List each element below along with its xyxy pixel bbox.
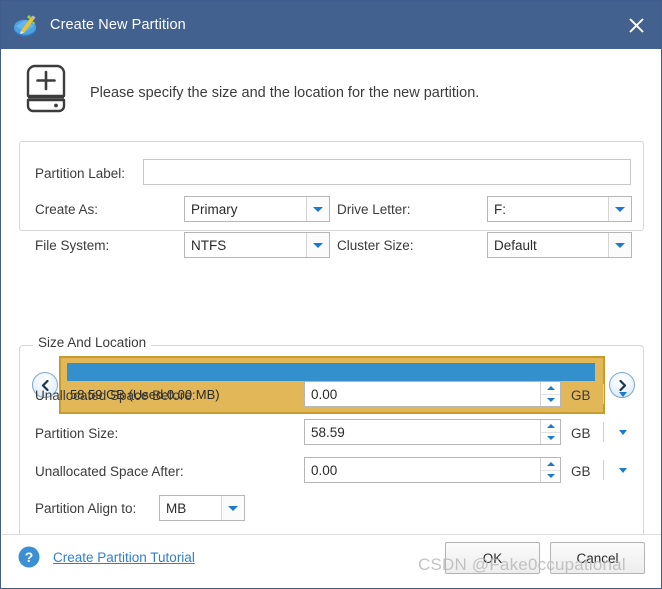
stepper-down-icon[interactable] — [541, 432, 560, 444]
partition-size-stepper[interactable] — [540, 420, 560, 444]
unallocated-before-value: 0.00 — [311, 386, 338, 402]
unit-divider — [603, 460, 604, 480]
stepper-down-icon[interactable] — [541, 470, 560, 482]
unallocated-before-spinner[interactable]: 0.00 — [304, 381, 561, 407]
chevron-down-icon — [313, 242, 323, 248]
stepper-up-icon[interactable] — [541, 382, 560, 395]
chevron-down-icon — [313, 206, 323, 212]
unallocated-after-stepper[interactable] — [540, 458, 560, 482]
unallocated-before-unit-dropdown[interactable] — [610, 382, 636, 406]
partition-label-label: Partition Label: — [35, 166, 126, 181]
ok-button[interactable]: OK — [445, 542, 540, 574]
unallocated-after-label: Unallocated Space After: — [35, 464, 184, 479]
svg-text:?: ? — [25, 549, 34, 565]
partition-align-dropdown-button[interactable] — [221, 496, 244, 520]
cluster-size-combobox[interactable]: Default — [487, 232, 632, 258]
drive-letter-dropdown-button[interactable] — [608, 197, 631, 221]
partition-size-label: Partition Size: — [35, 426, 119, 441]
partition-size-unit: GB — [571, 426, 591, 441]
drive-letter-combobox[interactable]: F: — [487, 196, 632, 222]
unit-divider — [603, 422, 604, 442]
unallocated-before-stepper[interactable] — [540, 382, 560, 406]
partition-align-combobox[interactable]: MB — [159, 495, 245, 521]
size-and-location-title: Size And Location — [33, 335, 152, 350]
create-as-dropdown-button[interactable] — [306, 197, 329, 221]
banner-message: Please specify the size and the location… — [90, 85, 480, 101]
drive-letter-label: Drive Letter: — [337, 202, 411, 217]
partition-align-label: Partition Align to: — [35, 501, 137, 516]
unallocated-before-unit: GB — [571, 388, 591, 403]
titlebar: Create New Partition — [1, 1, 661, 49]
cancel-button[interactable]: Cancel — [550, 542, 645, 574]
partition-wizard-icon — [12, 11, 40, 39]
dialog-content: Please specify the size and the location… — [2, 49, 661, 588]
cluster-size-dropdown-button[interactable] — [608, 233, 631, 257]
stepper-down-icon[interactable] — [541, 394, 560, 406]
create-as-value: Primary — [191, 201, 238, 217]
partition-align-value: MB — [166, 500, 187, 516]
stepper-up-icon[interactable] — [541, 458, 560, 471]
partition-label-input[interactable] — [143, 159, 631, 185]
chevron-down-icon — [619, 391, 627, 397]
create-as-label: Create As: — [35, 202, 99, 217]
cluster-size-value: Default — [494, 237, 537, 253]
drive-letter-value: F: — [494, 201, 506, 217]
unit-divider — [603, 384, 604, 404]
partition-size-value: 58.59 — [311, 424, 345, 440]
create-new-partition-dialog: Create New Partition Please specify the … — [0, 0, 662, 589]
file-system-value: NTFS — [191, 237, 227, 253]
chevron-down-icon — [615, 242, 625, 248]
close-icon[interactable] — [609, 1, 661, 49]
cluster-size-label: Cluster Size: — [337, 238, 414, 253]
file-system-dropdown-button[interactable] — [306, 233, 329, 257]
stepper-up-icon[interactable] — [541, 420, 560, 433]
file-system-combobox[interactable]: NTFS — [184, 232, 330, 258]
hard-drive-plus-icon — [20, 63, 72, 117]
partition-usage-bar — [67, 363, 595, 381]
chevron-down-icon — [619, 467, 627, 473]
dialog-banner: Please specify the size and the location… — [2, 49, 661, 133]
chevron-down-icon — [615, 206, 625, 212]
help-question-icon[interactable]: ? — [18, 546, 40, 568]
file-system-label: File System: — [35, 238, 110, 253]
create-as-combobox[interactable]: Primary — [184, 196, 330, 222]
create-partition-tutorial-link[interactable]: Create Partition Tutorial — [53, 550, 195, 565]
partition-size-spinner[interactable]: 58.59 — [304, 419, 561, 445]
unallocated-before-label: Unallocated Space Before: — [35, 388, 196, 403]
chevron-down-icon — [619, 429, 627, 435]
unallocated-after-unit: GB — [571, 464, 591, 479]
window-title: Create New Partition — [50, 17, 186, 33]
unallocated-after-spinner[interactable]: 0.00 — [304, 457, 561, 483]
chevron-down-icon — [228, 505, 238, 511]
unallocated-after-unit-dropdown[interactable] — [610, 458, 636, 482]
unallocated-after-value: 0.00 — [311, 462, 338, 478]
partition-size-unit-dropdown[interactable] — [610, 420, 636, 444]
